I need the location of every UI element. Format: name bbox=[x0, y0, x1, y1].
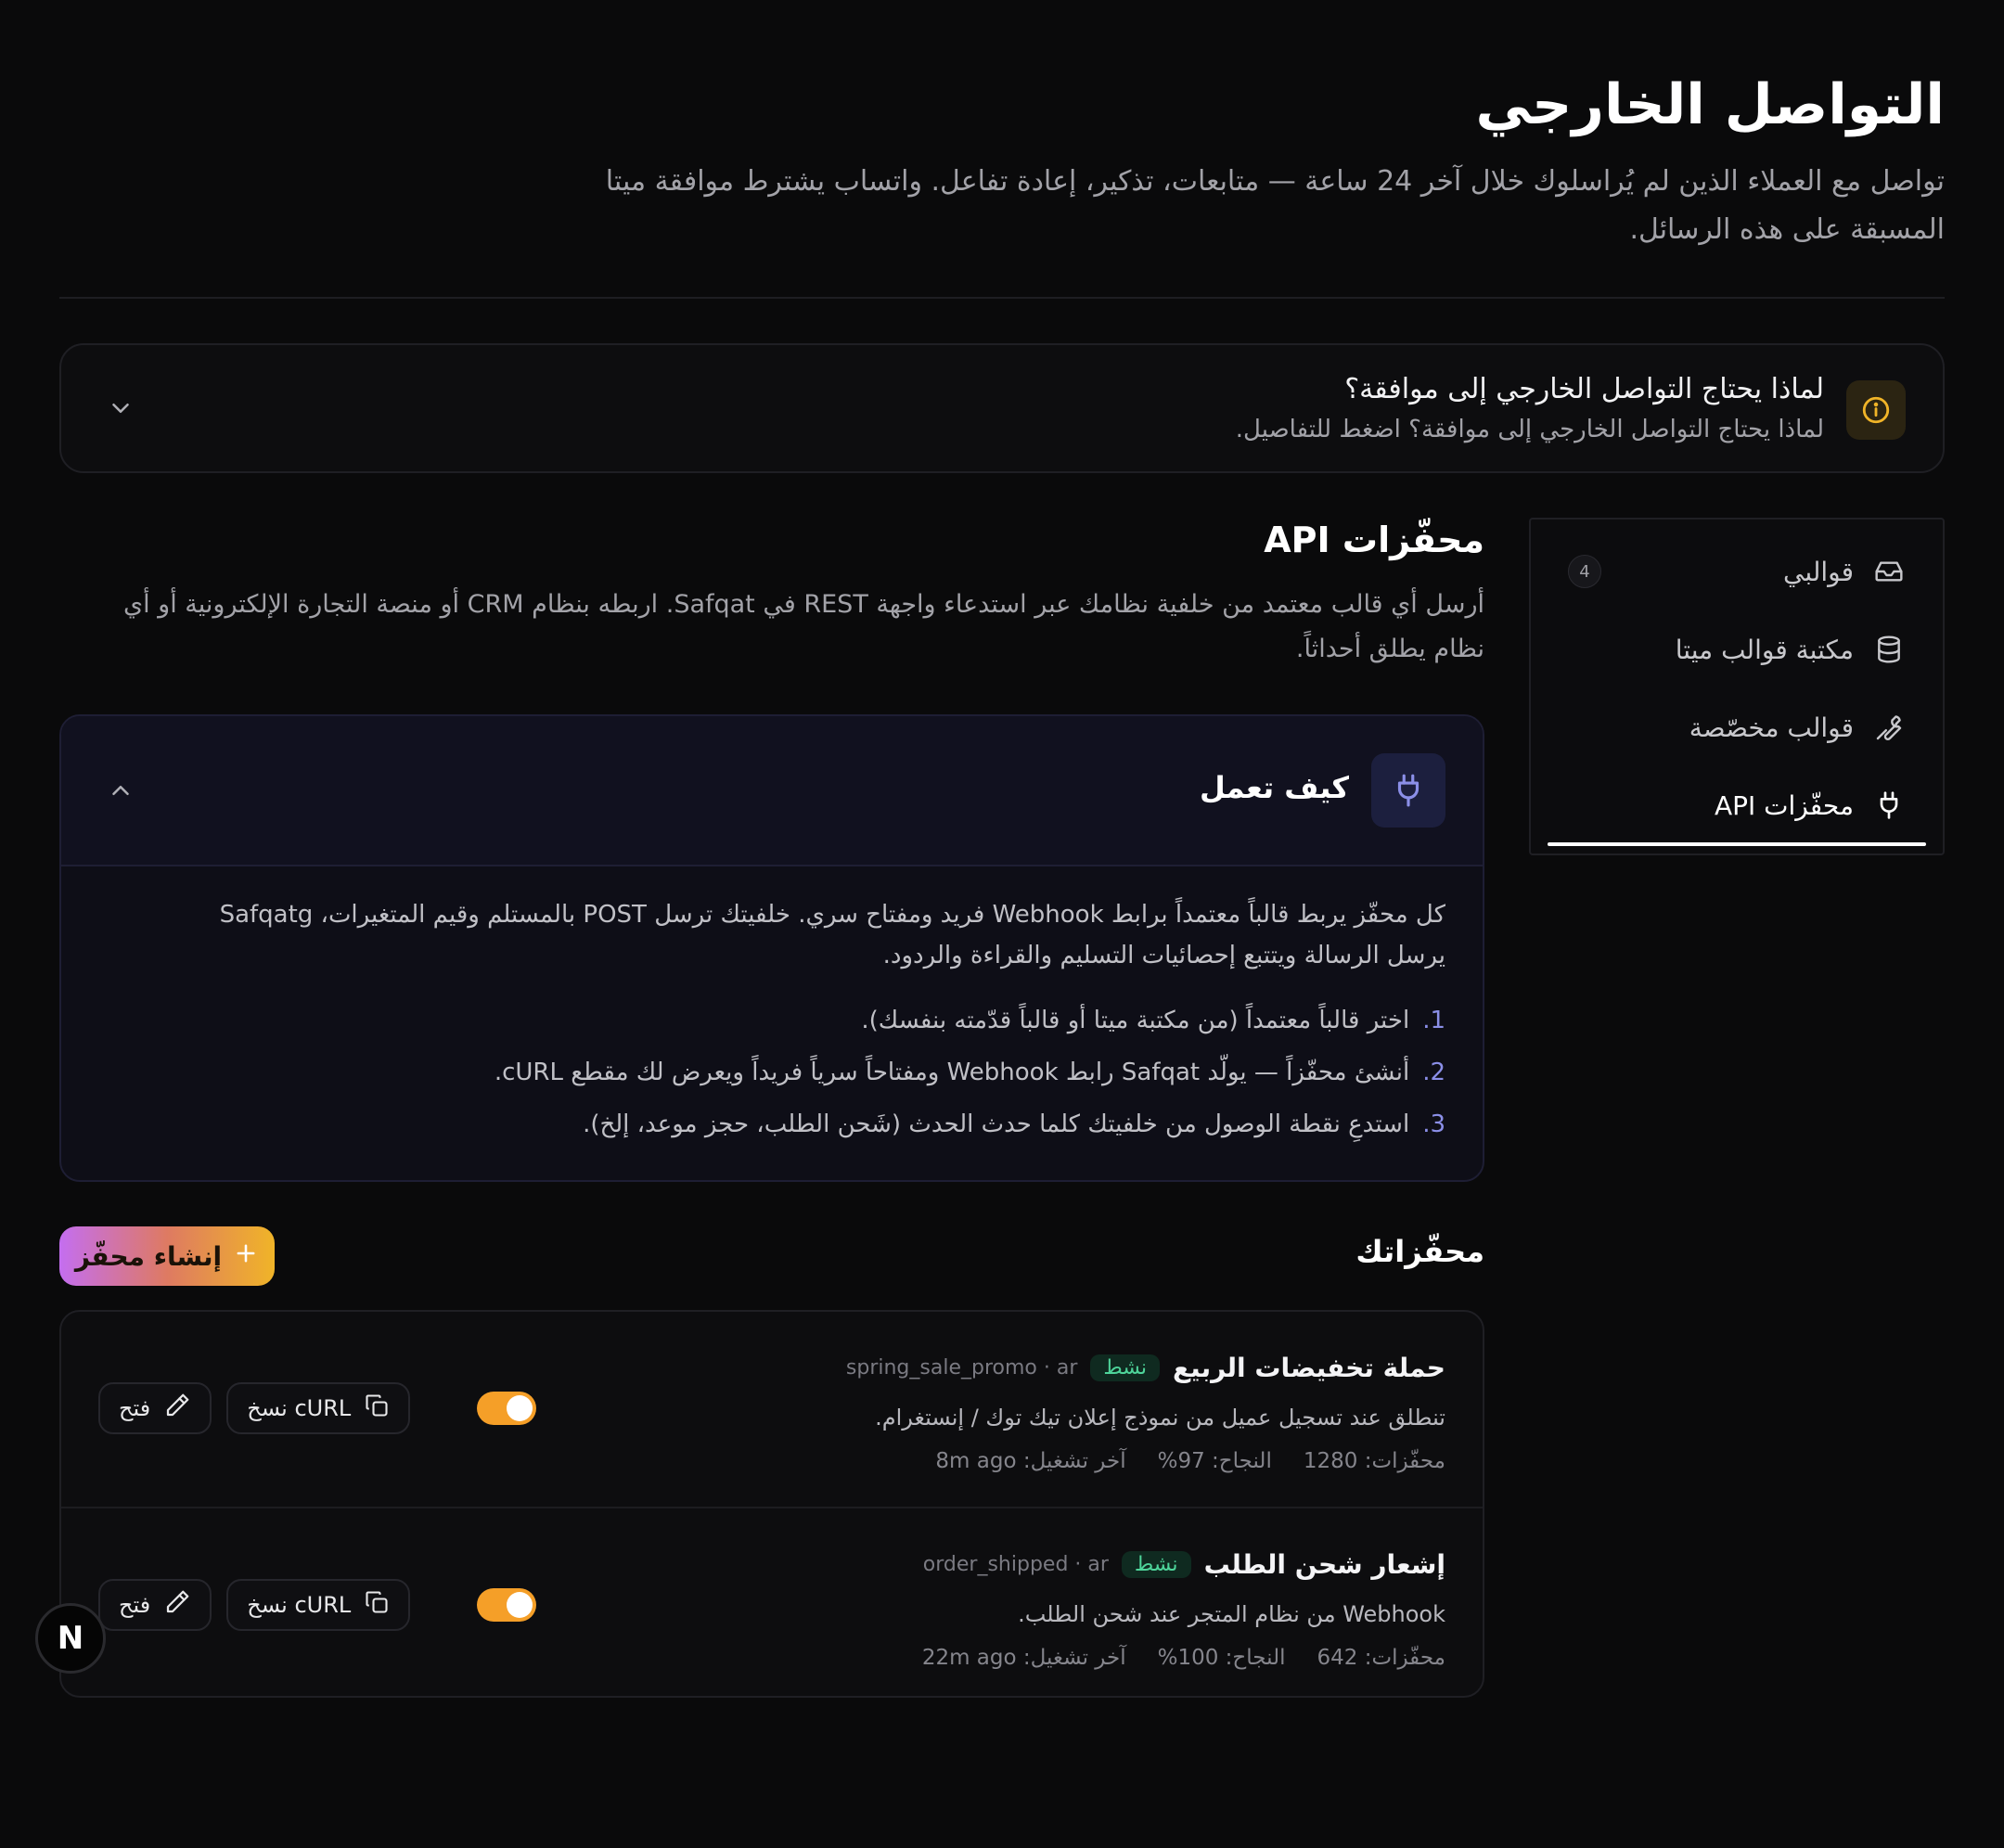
stat-fires: محفّزات: 642 bbox=[1317, 1646, 1445, 1670]
trigger-key: spring_sale_promo · ar bbox=[845, 1356, 1078, 1380]
chevron-down-icon[interactable] bbox=[102, 390, 139, 427]
plus-icon bbox=[233, 1240, 259, 1273]
step-number: 1. bbox=[1422, 1007, 1445, 1034]
trigger-enabled-toggle[interactable] bbox=[477, 1588, 537, 1622]
stat-success: النجاح: 97% bbox=[1157, 1449, 1272, 1473]
pencil-icon bbox=[163, 1392, 191, 1425]
trigger-name: إشعار شحن الطلب bbox=[1203, 1549, 1445, 1580]
trigger-actions: فتح نسخ cURL bbox=[98, 1579, 537, 1631]
trigger-stats: محفّزات: 1280 النجاح: 97% آخر تشغيل: 8m … bbox=[935, 1449, 1445, 1473]
sidebar-item-custom-templates[interactable]: قوالب مخصّصة bbox=[1549, 699, 1906, 755]
sidebar-item-meta-library[interactable]: مكتبة قوالب ميتا bbox=[1549, 622, 1906, 677]
trigger-description: تنطلق عند تسجيل عميل من نموذج إعلان تيك … bbox=[875, 1405, 1445, 1431]
info-title: لماذا يحتاج التواصل الخارجي إلى موافقة؟ bbox=[1344, 373, 1824, 405]
stat-last-run: آخر تشغيل: 8m ago bbox=[935, 1449, 1126, 1473]
step-number: 3. bbox=[1422, 1110, 1445, 1138]
plug-icon bbox=[1872, 789, 1906, 822]
step-item: 3. استدعِ نقطة الوصول من خلفيتك كلما حدث … bbox=[98, 1098, 1445, 1150]
inbox-icon bbox=[1872, 555, 1906, 588]
trigger-key: order_shipped · ar bbox=[922, 1553, 1109, 1576]
trigger-stats: محفّزات: 642 النجاح: 100% آخر تشغيل: 22m… bbox=[922, 1646, 1445, 1670]
sidebar-item-my-templates[interactable]: قوالبي 4 bbox=[1549, 544, 1906, 599]
stat-fires: محفّزات: 1280 bbox=[1303, 1449, 1445, 1473]
sidebar-item-label: محفّزات API bbox=[1714, 789, 1854, 821]
copy-curl-label: نسخ cURL bbox=[247, 1395, 352, 1421]
copy-curl-label: نسخ cURL bbox=[247, 1592, 352, 1618]
how-it-works-header[interactable]: كيف تعمل bbox=[61, 716, 1483, 866]
create-trigger-button[interactable]: إنشاء محفّز bbox=[59, 1226, 275, 1286]
active-tab-indicator bbox=[1548, 842, 1926, 846]
count-badge: 4 bbox=[1568, 555, 1601, 588]
trigger-name: حملة تخفيضات الربيع bbox=[1173, 1353, 1445, 1383]
pencil-icon bbox=[163, 1588, 191, 1622]
list-item: حملة تخفيضات الربيع نشط spring_sale_prom… bbox=[61, 1312, 1483, 1507]
triggers-title: محفّزاتك bbox=[1355, 1234, 1484, 1269]
stat-last-run: آخر تشغيل: 22m ago bbox=[921, 1646, 1126, 1670]
wrench-icon bbox=[1872, 711, 1906, 744]
open-label: فتح bbox=[119, 1592, 151, 1618]
trigger-actions: فتح نسخ cURL bbox=[98, 1382, 537, 1434]
status-badge: نشط bbox=[1121, 1551, 1191, 1578]
copy-icon bbox=[364, 1392, 390, 1424]
plug-icon bbox=[1371, 753, 1445, 828]
trigger-enabled-toggle[interactable] bbox=[477, 1392, 537, 1425]
copy-icon bbox=[364, 1589, 390, 1621]
copy-curl-button[interactable]: نسخ cURL bbox=[226, 1579, 411, 1631]
step-text: اختر قالباً معتمداً (من مكتبة ميتا أو قا… bbox=[861, 1007, 1410, 1034]
step-text: أنشئ محفّزاً — يولّد Safqat رابط Webhook… bbox=[494, 1059, 1410, 1086]
section-title: محفّزات API bbox=[1264, 520, 1484, 560]
chevron-up-icon[interactable] bbox=[102, 772, 139, 809]
how-it-works-title: كيف تعمل bbox=[1199, 770, 1349, 805]
trigger-description: Webhook من نظام المتجر عند شحن الطلب. bbox=[1018, 1601, 1445, 1627]
sidebar-item-label: قوالبي bbox=[1783, 556, 1854, 587]
page-subtitle: تواصل مع العملاء الذين لم يُراسلوك خلال … bbox=[605, 165, 1945, 246]
info-description: لماذا يحتاج التواصل الخارجي إلى موافقة؟ … bbox=[1235, 416, 1824, 443]
steps-list: 1. اختر قالباً معتمداً (من مكتبة ميتا أو … bbox=[98, 995, 1445, 1150]
step-number: 2. bbox=[1422, 1059, 1445, 1086]
open-label: فتح bbox=[119, 1395, 151, 1421]
next-logo-icon: N bbox=[57, 1620, 84, 1657]
page-title: التواصل الخارجي bbox=[1475, 72, 1945, 137]
header-divider bbox=[59, 297, 1945, 299]
next-devtools-button[interactable]: N bbox=[35, 1603, 106, 1674]
status-badge: نشط bbox=[1090, 1354, 1161, 1381]
sidebar-item-label: قوالب مخصّصة bbox=[1689, 712, 1854, 743]
step-text: استدعِ نقطة الوصول من خلفيتك كلما حدث ال… bbox=[583, 1110, 1410, 1138]
list-item: إشعار شحن الطلب نشط order_shipped · ar W… bbox=[61, 1507, 1483, 1696]
open-button[interactable]: فتح bbox=[98, 1382, 212, 1434]
how-it-works-card: كيف تعمل كل محفّز يربط قالباً معتمداً بر… bbox=[59, 714, 1484, 1182]
consent-info-collapsible[interactable]: لماذا يحتاج التواصل الخارجي إلى موافقة؟ … bbox=[59, 343, 1945, 473]
sidebar-item-label: مكتبة قوالب ميتا bbox=[1675, 634, 1854, 665]
sidebar-item-api-triggers[interactable]: محفّزات API bbox=[1549, 777, 1906, 833]
how-it-works-body: كل محفّز يربط قالباً معتمداً برابط Webho… bbox=[98, 894, 1445, 1150]
section-description: أرسل أي قالب معتمد من خلفية نظامك عبر اس… bbox=[122, 590, 1484, 663]
database-icon bbox=[1872, 633, 1906, 666]
trigger-title-line: حملة تخفيضات الربيع نشط spring_sale_prom… bbox=[846, 1353, 1445, 1383]
trigger-title-line: إشعار شحن الطلب نشط order_shipped · ar bbox=[923, 1549, 1445, 1580]
triggers-list: حملة تخفيضات الربيع نشط spring_sale_prom… bbox=[59, 1310, 1484, 1698]
how-it-works-intro: كل محفّز يربط قالباً معتمداً برابط Webho… bbox=[219, 901, 1445, 969]
step-item: 1. اختر قالباً معتمداً (من مكتبة ميتا أو … bbox=[98, 995, 1445, 1046]
open-button[interactable]: فتح bbox=[98, 1579, 212, 1631]
stat-success: النجاح: 100% bbox=[1157, 1646, 1286, 1670]
template-sidenav: قوالبي 4 مكتبة قوالب ميتا قوالب مخصّصة م… bbox=[1529, 518, 1945, 855]
info-icon bbox=[1846, 380, 1906, 440]
create-trigger-label: إنشاء محفّز bbox=[74, 1240, 223, 1272]
step-item: 2. أنشئ محفّزاً — يولّد Safqat رابط Webho… bbox=[98, 1046, 1445, 1098]
copy-curl-button[interactable]: نسخ cURL bbox=[226, 1382, 411, 1434]
